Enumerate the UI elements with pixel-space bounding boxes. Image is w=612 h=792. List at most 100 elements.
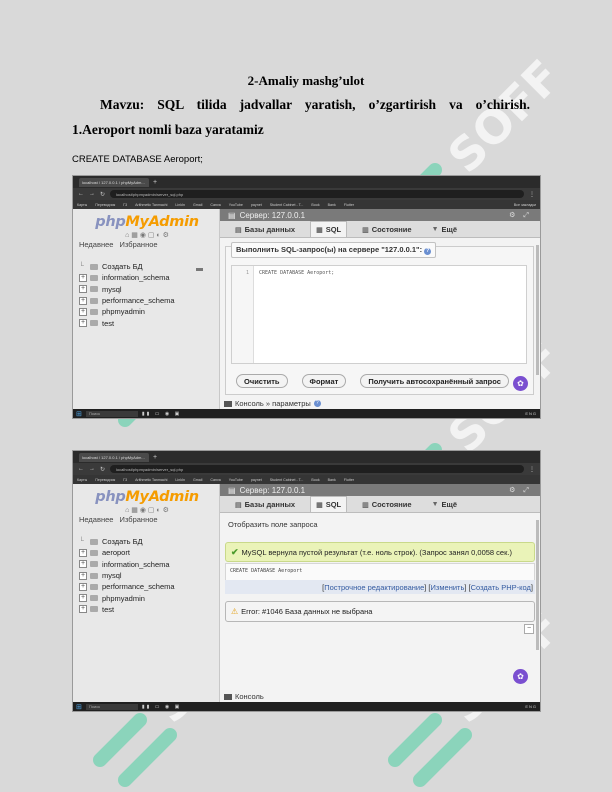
bookmark[interactable]: Г3 — [123, 478, 127, 482]
expand-icon[interactable]: + — [79, 296, 87, 305]
inline-edit-link[interactable]: Построчное редактирование — [324, 583, 424, 592]
sql-code[interactable]: CREATE DATABASE Aeroport; — [254, 266, 339, 363]
tab-more[interactable]: ▼ Ещё — [427, 497, 462, 512]
assistant-icon[interactable]: ✿ — [513, 669, 528, 684]
collapse-icon[interactable] — [196, 268, 203, 271]
tab-sql[interactable]: ▦ SQL — [310, 496, 348, 512]
tab-status[interactable]: ▥ Состояние — [357, 222, 416, 237]
bookmark[interactable]: Bank — [328, 478, 336, 482]
tab-favorites[interactable]: Избранное — [120, 515, 158, 524]
bookmark[interactable]: Gmail — [193, 478, 202, 482]
taskbar-apps-icon[interactable]: ▮▮ ▭ ◉ ▣ — [142, 411, 181, 417]
extensions-icon[interactable]: ⋮ — [529, 191, 535, 198]
reload-icon[interactable]: ↻ — [100, 466, 105, 473]
browser-tab[interactable]: localhost / 127.0.0.1 / phpMyAdm... — [79, 452, 149, 462]
format-button[interactable]: Формат — [301, 374, 347, 388]
settings-icon[interactable]: ⚙ ⤢ — [509, 211, 532, 220]
bookmark[interactable]: Student Cabinet - T... — [270, 203, 304, 207]
tree-item-new-db[interactable]: └ Создать БД — [79, 261, 215, 272]
create-php-code-link[interactable]: Создать PHP-код — [471, 583, 531, 592]
bookmark[interactable]: Canva — [210, 203, 220, 207]
bookmark[interactable]: LinkIn — [175, 478, 185, 482]
windows-icon[interactable]: ⊞ — [76, 410, 82, 418]
taskbar-apps-icon[interactable]: ▮▮ ▭ ◉ ▣ — [142, 704, 181, 710]
help-icon[interactable]: ? — [313, 400, 321, 407]
expand-icon[interactable]: + — [79, 605, 87, 614]
expand-icon[interactable]: + — [79, 285, 87, 294]
system-tray[interactable]: ENG — [525, 411, 537, 416]
bookmark[interactable]: Переводчик — [95, 203, 115, 207]
bookmark[interactable]: Student Cabinet - T... — [270, 478, 304, 482]
tab-favorites[interactable]: Избранное — [120, 240, 158, 249]
scrollbar[interactable] — [536, 520, 539, 650]
expand-icon[interactable]: + — [79, 273, 87, 282]
expand-icon[interactable]: + — [79, 594, 87, 603]
windows-icon[interactable]: ⊞ — [76, 703, 82, 711]
collapse-button[interactable]: − — [524, 624, 534, 634]
url-field[interactable]: localhost/phpmyadmin/server_sql.php — [110, 190, 524, 198]
expand-icon[interactable]: + — [79, 582, 87, 591]
browser-tab[interactable]: localhost / 127.0.0.1 / phpMyAdm... — [79, 177, 149, 187]
extensions-icon[interactable]: ⋮ — [529, 466, 535, 473]
console-bar[interactable]: Консоль » параметры? — [224, 399, 321, 408]
tree-item[interactable]: + mysql — [79, 284, 215, 295]
forward-icon[interactable]: → — [89, 466, 95, 472]
tree-item[interactable]: + performance_schema — [79, 295, 215, 306]
help-icon[interactable]: ? — [424, 248, 432, 255]
clear-button[interactable]: Очистить — [236, 374, 288, 388]
expand-icon[interactable]: + — [79, 571, 87, 580]
bookmark[interactable]: YouTube — [229, 203, 243, 207]
bookmark[interactable]: paynet — [251, 203, 262, 207]
phpmyadmin-logo[interactable]: phpMyAdmin — [79, 214, 215, 230]
phpmyadmin-logo[interactable]: phpMyAdmin — [79, 489, 215, 505]
server-breadcrumb[interactable]: ▤ Сервер: 127.0.0.1 ⚙ ⤢ — [220, 209, 540, 221]
reload-icon[interactable]: ↻ — [100, 191, 105, 198]
tab-databases[interactable]: ▤ Базы данных — [230, 222, 300, 237]
tree-item[interactable]: + test — [79, 604, 215, 615]
bookmark[interactable]: Canva — [210, 478, 220, 482]
forward-icon[interactable]: → — [89, 191, 95, 197]
server-breadcrumb[interactable]: ▤ Сервер: 127.0.0.1 ⚙ ⤢ — [220, 484, 540, 496]
bookmark[interactable]: Arithmetic Tanmachi — [135, 203, 167, 207]
nav-icons[interactable]: ⌂ ▦ ◉ ▢ ◐ ⚙ — [79, 231, 215, 239]
taskbar-search[interactable]: Поиск — [85, 410, 138, 417]
expand-icon[interactable]: + — [79, 319, 87, 328]
bookmark[interactable]: Book — [311, 478, 319, 482]
new-tab-icon[interactable]: + — [153, 179, 157, 186]
bookmark[interactable]: Flutter — [344, 478, 354, 482]
bookmark[interactable]: LinkIn — [175, 203, 185, 207]
tab-recent[interactable]: Недавнее — [79, 515, 113, 524]
bookmark[interactable]: Г3 — [123, 203, 127, 207]
tree-item[interactable]: + performance_schema — [79, 581, 215, 592]
bookmark[interactable]: Book — [311, 203, 319, 207]
bookmark[interactable]: paynet — [251, 478, 262, 482]
expand-icon[interactable]: + — [79, 560, 87, 569]
taskbar-search[interactable]: Поиск — [85, 703, 138, 710]
bookmark[interactable]: Карты — [77, 203, 87, 207]
scrollbar[interactable] — [536, 245, 539, 375]
bookmark[interactable]: YouTube — [229, 478, 243, 482]
bookmark[interactable]: Карты — [77, 478, 87, 482]
expand-icon[interactable]: + — [79, 548, 87, 557]
tree-item[interactable]: + aeroport — [79, 547, 215, 558]
console-bar[interactable]: Консоль — [224, 692, 264, 701]
nav-icons[interactable]: ⌂ ▦ ◉ ▢ ◐ ⚙ — [79, 506, 215, 514]
tab-status[interactable]: ▥ Состояние — [357, 497, 416, 512]
autosave-button[interactable]: Получить автосохранённый запрос — [360, 374, 509, 388]
sql-editor[interactable]: 1 CREATE DATABASE Aeroport; — [231, 265, 527, 364]
tree-item[interactable]: + mysql — [79, 570, 215, 581]
back-icon[interactable]: ← — [78, 466, 84, 472]
assistant-icon[interactable]: ✿ — [513, 376, 528, 391]
tab-sql[interactable]: ▦ SQL — [310, 221, 348, 237]
tree-item[interactable]: + test — [79, 317, 215, 328]
new-tab-icon[interactable]: + — [153, 454, 157, 461]
tab-recent[interactable]: Недавнее — [79, 240, 113, 249]
bookmark[interactable]: Gmail — [193, 203, 202, 207]
url-field[interactable]: localhost/phpmyadmin/server_sql.php — [110, 465, 524, 473]
bookmark[interactable]: Переводчик — [95, 478, 115, 482]
tree-item-new-db[interactable]: └ Создать БД — [79, 536, 215, 547]
bookmark[interactable]: Flutter — [344, 203, 354, 207]
tree-item[interactable]: + information_schema — [79, 272, 215, 283]
edit-link[interactable]: Изменить — [431, 583, 465, 592]
bookmark[interactable]: Arithmetic Tanmachi — [135, 478, 167, 482]
